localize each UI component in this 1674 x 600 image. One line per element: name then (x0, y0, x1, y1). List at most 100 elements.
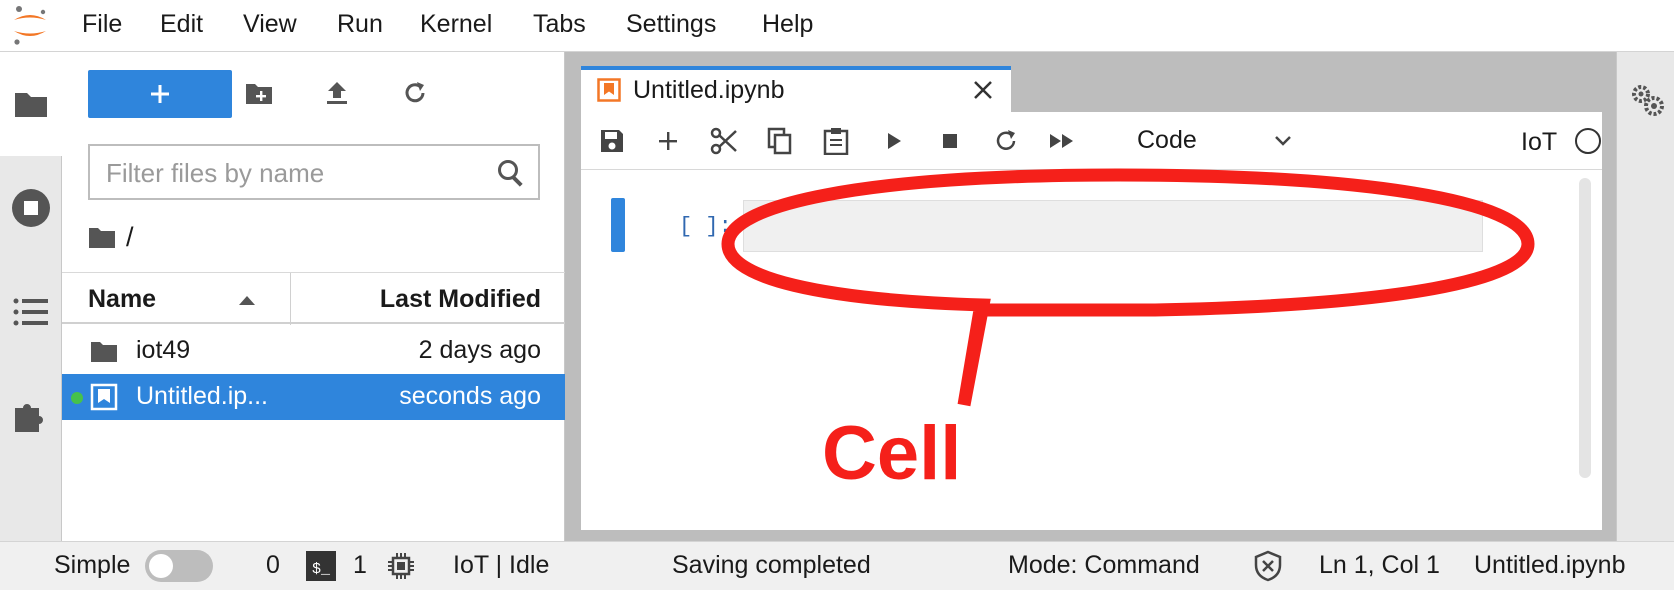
simple-mode-label: Simple (54, 551, 131, 579)
gears-icon[interactable] (1629, 82, 1665, 118)
sidebar-tab-toc[interactable] (0, 260, 62, 364)
upload-button[interactable] (322, 78, 352, 108)
menu-edit[interactable]: Edit (160, 10, 203, 39)
notebook-toolbar: Code IoT (581, 112, 1602, 170)
menu-tabs[interactable]: Tabs (533, 10, 586, 39)
trusted-shield-icon[interactable] (1253, 550, 1283, 582)
menu-file[interactable]: File (82, 10, 122, 39)
file-browser: / Name Last Modified iot49 2 days ago Un… (62, 52, 565, 541)
copy-icon (767, 127, 792, 155)
breadcrumb-root[interactable]: / (126, 222, 134, 253)
search-icon (498, 160, 523, 187)
folder-icon (15, 93, 47, 117)
terminal-count[interactable]: 0 (266, 551, 280, 580)
refresh-button[interactable] (400, 78, 430, 108)
interrupt-kernel-button[interactable] (935, 126, 965, 156)
restart-run-all-button[interactable] (1047, 126, 1077, 156)
column-header-last-modified[interactable]: Last Modified (380, 285, 541, 314)
simple-mode-toggle[interactable] (145, 550, 213, 582)
breadcrumb: / (88, 220, 134, 254)
filter-files-input[interactable] (106, 156, 486, 190)
menu-bar: File Edit View Run Kernel Tabs Settings … (0, 0, 1674, 52)
file-row-untitled-notebook[interactable]: Untitled.ip... seconds ago (62, 374, 565, 420)
notebook-panel: Code IoT [ ]: (581, 112, 1602, 530)
filter-files-box (88, 144, 540, 200)
menu-kernel[interactable]: Kernel (420, 10, 492, 39)
file-modified: seconds ago (399, 382, 541, 410)
file-list-header: Name Last Modified (62, 272, 565, 325)
plus-icon (151, 85, 169, 103)
sort-ascending-icon (239, 296, 255, 305)
kernel-status[interactable]: IoT | Idle (453, 551, 549, 580)
save-icon (601, 130, 623, 152)
notebook-cells: [ ]: (581, 170, 1602, 530)
column-header-name[interactable]: Name (88, 285, 156, 314)
new-launcher-button[interactable] (88, 70, 232, 118)
column-divider[interactable] (290, 273, 291, 325)
save-button[interactable] (597, 126, 627, 156)
close-icon[interactable] (971, 78, 995, 102)
refresh-icon (996, 130, 1016, 150)
code-cell-input[interactable] (743, 200, 1483, 252)
toggle-knob (149, 554, 173, 578)
kernel-status-circle-icon (1575, 128, 1601, 154)
file-row-iot49[interactable]: iot49 2 days ago (62, 328, 565, 374)
new-folder-button[interactable] (244, 78, 274, 108)
kernel-count[interactable]: 1 (353, 551, 367, 580)
kernel-name[interactable]: IoT (1521, 128, 1557, 157)
file-modified: 2 days ago (418, 336, 541, 364)
puzzle-icon (15, 404, 43, 432)
jupyter-logo-icon (14, 6, 46, 45)
list-icon (13, 298, 48, 326)
stop-circle-icon (12, 189, 50, 227)
active-cell-indicator[interactable] (611, 198, 625, 252)
running-indicator-dot (71, 392, 83, 404)
upload-icon (327, 82, 347, 104)
folder-icon[interactable] (88, 225, 116, 249)
restart-kernel-button[interactable] (991, 126, 1021, 156)
menu-run[interactable]: Run (337, 10, 383, 39)
scissors-icon (710, 127, 737, 155)
file-name: iot49 (136, 336, 191, 364)
chevron-down-icon (1275, 136, 1291, 146)
play-icon (888, 133, 901, 149)
status-bar: Simple 0 $_ 1 IoT | Idle Saving complete… (0, 541, 1674, 590)
run-cell-button[interactable] (879, 126, 909, 156)
notebook-icon (597, 78, 621, 102)
sidebar-tab-running[interactable] (0, 156, 62, 260)
main-dock-area: Untitled.ipynb Code IoT []: (565, 52, 1616, 541)
menu-view[interactable]: View (243, 10, 297, 39)
cpu-chip-icon[interactable] (386, 551, 416, 581)
plus-icon (659, 132, 677, 150)
sidebar-tab-extensions[interactable] (0, 364, 62, 468)
file-name: Untitled.ip... (136, 382, 269, 410)
refresh-icon (405, 82, 425, 103)
cut-button[interactable] (709, 126, 739, 156)
tab-title: Untitled.ipynb (633, 76, 785, 104)
current-file-name: Untitled.ipynb (1474, 551, 1626, 579)
cursor-position[interactable]: Ln 1, Col 1 (1319, 551, 1440, 580)
folder-icon (91, 342, 117, 362)
cell-type-dropdown[interactable]: Code (1137, 122, 1293, 160)
tab-untitled-notebook[interactable]: Untitled.ipynb (581, 66, 1011, 112)
menu-help[interactable]: Help (762, 10, 813, 39)
terminal-icon[interactable]: $_ (306, 551, 336, 581)
paste-icon (823, 128, 849, 155)
fast-forward-icon (1050, 134, 1073, 148)
left-sidebar (0, 52, 62, 541)
paste-button[interactable] (821, 126, 851, 156)
right-sidebar (1616, 52, 1674, 541)
notebook-icon (90, 383, 118, 411)
save-status: Saving completed (672, 551, 871, 579)
callout-label: Cell (822, 411, 962, 496)
sidebar-tab-file-browser[interactable] (0, 52, 62, 156)
cell-type-value: Code (1137, 126, 1197, 154)
stop-icon (943, 134, 957, 148)
notebook-mode[interactable]: Mode: Command (1008, 551, 1200, 580)
new-folder-icon (246, 84, 272, 104)
insert-cell-button[interactable] (653, 126, 683, 156)
copy-button[interactable] (765, 126, 795, 156)
menu-settings[interactable]: Settings (626, 10, 716, 39)
cell-prompt: [ ]: (679, 214, 732, 239)
scrollbar[interactable] (1579, 178, 1591, 478)
